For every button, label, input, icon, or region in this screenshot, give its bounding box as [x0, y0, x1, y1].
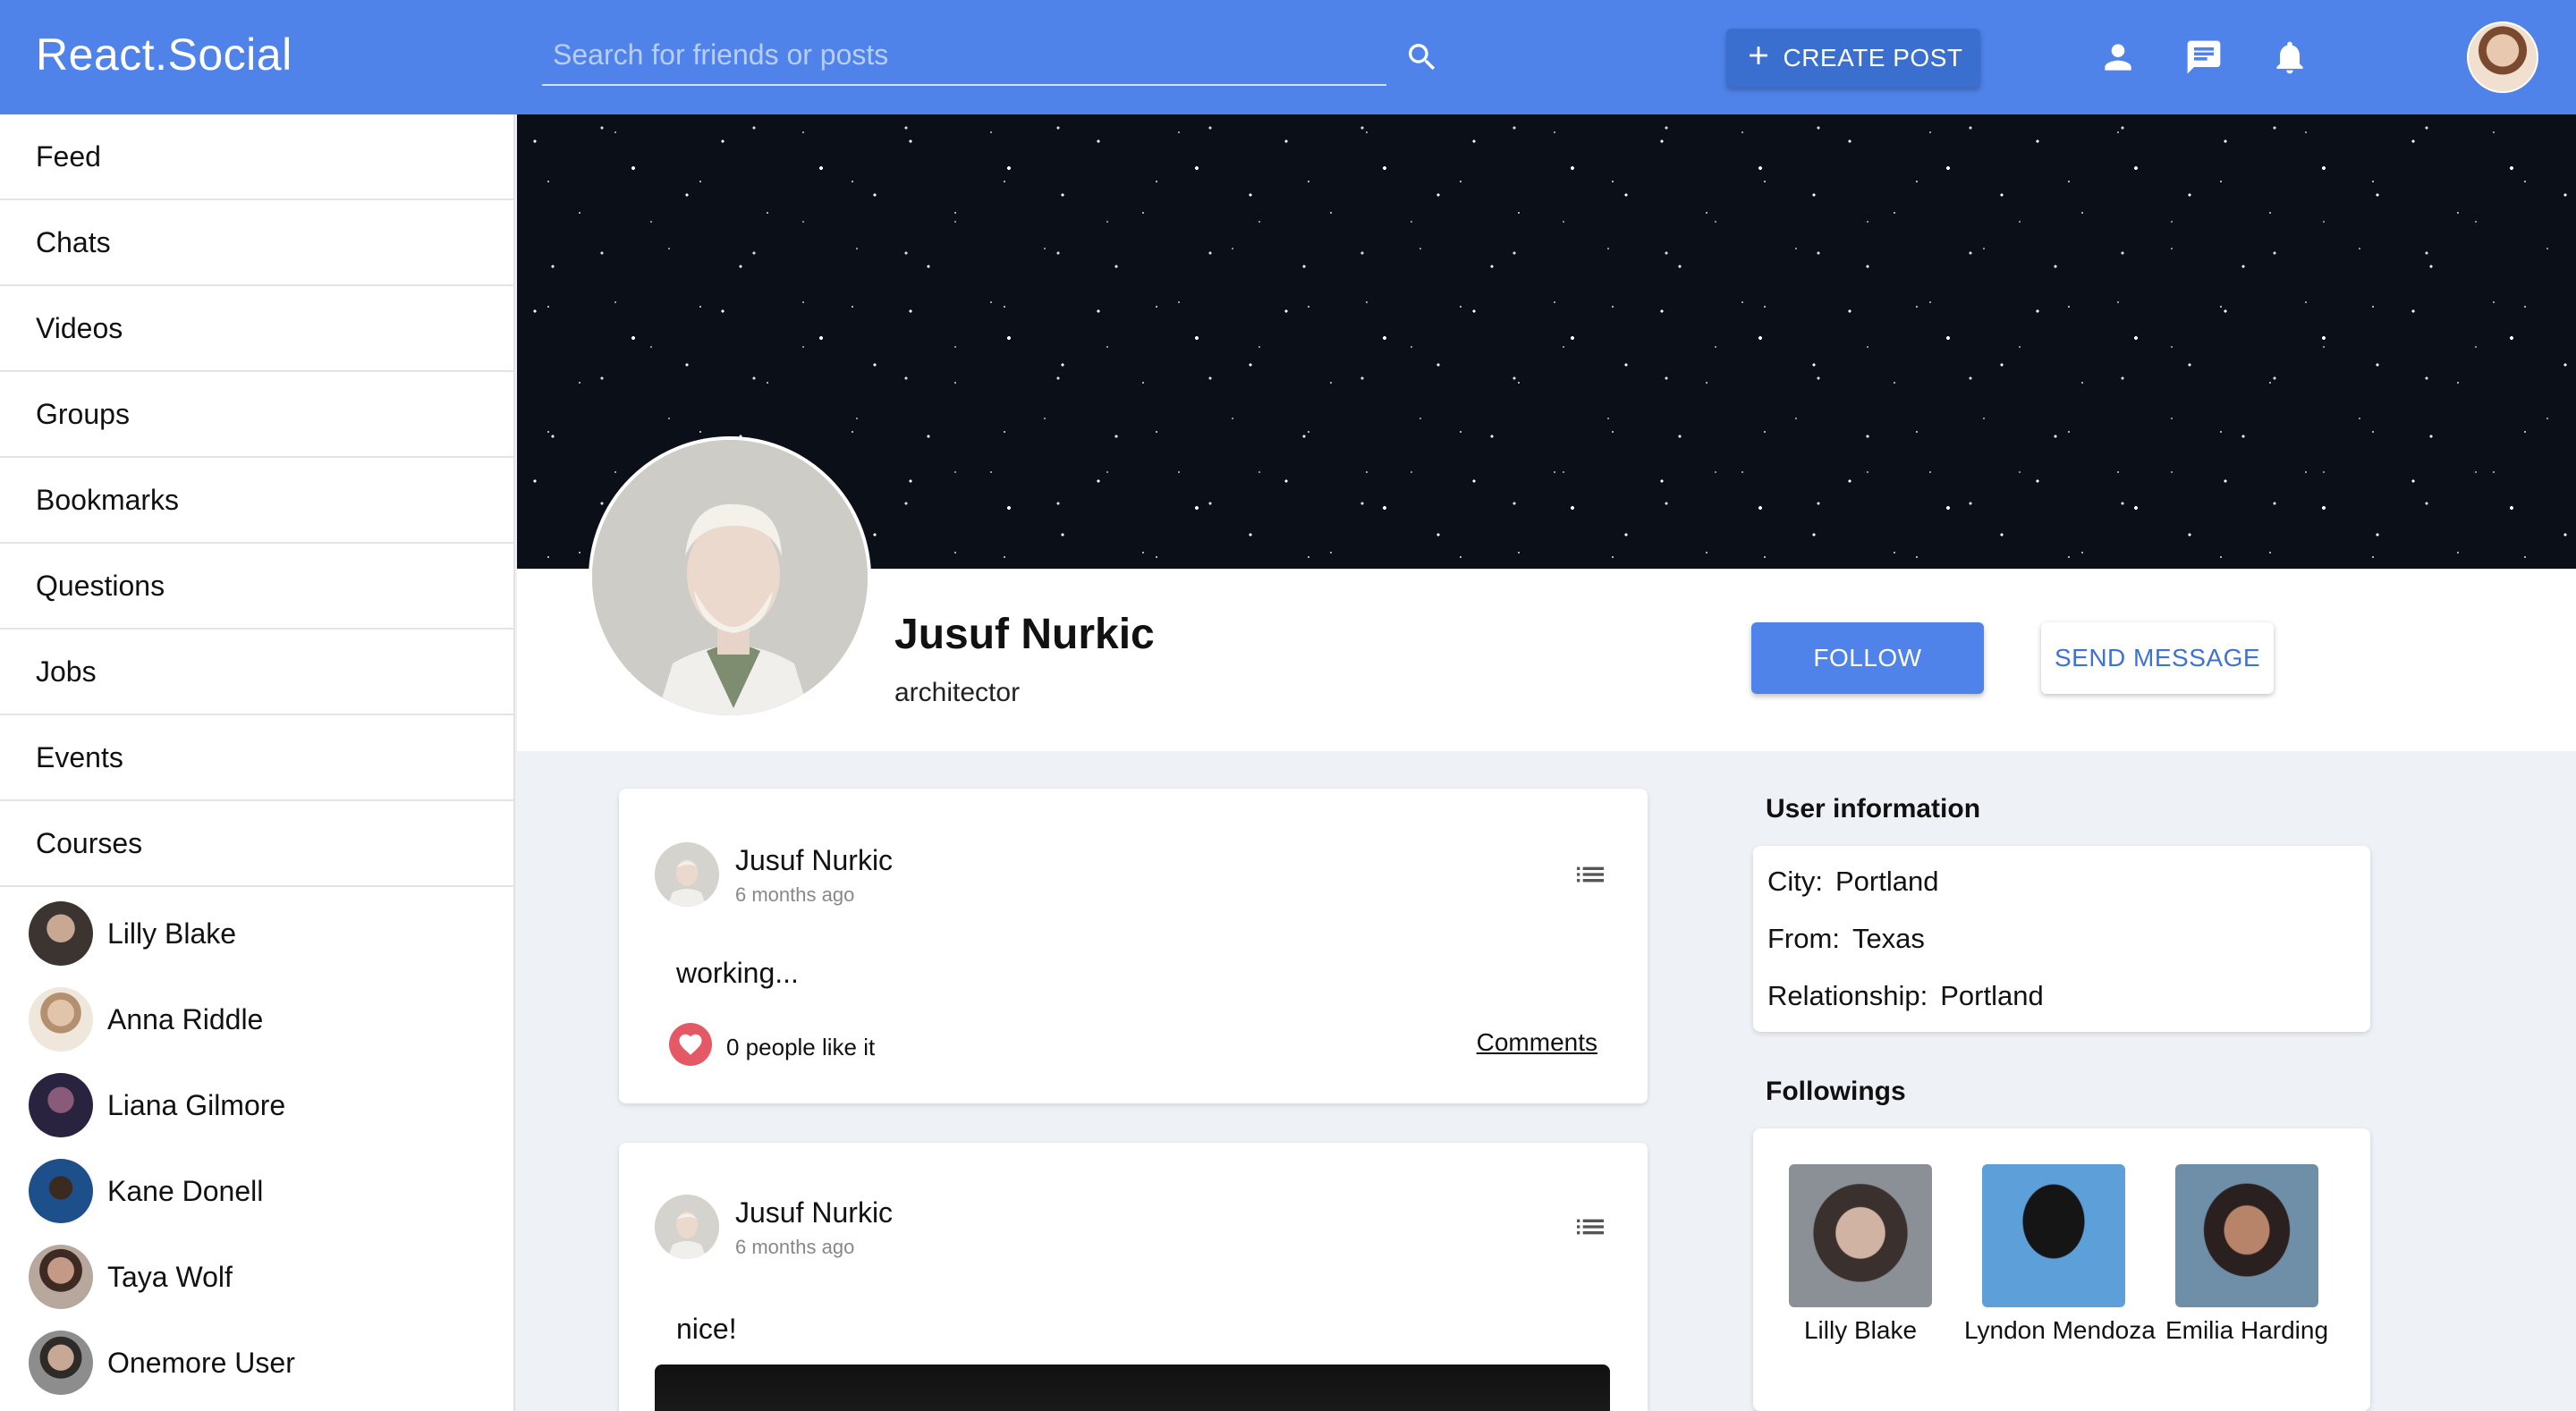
friend-item[interactable]: Taya Wolf	[0, 1234, 513, 1320]
top-bar: React.Social CREATE POST	[0, 0, 2576, 114]
info-row-from: From: Texas	[1767, 923, 1925, 954]
sidebar-item-videos[interactable]: Videos	[0, 286, 513, 372]
avatar	[29, 1073, 93, 1137]
sidebar-nav: Feed Chats Videos Groups Bookmarks Quest…	[0, 114, 513, 887]
profile-avatar	[589, 436, 871, 719]
friend-item[interactable]: Liana Gilmore	[0, 1062, 513, 1148]
following-name: Lilly Blake	[1803, 1316, 1918, 1344]
friend-name: Onemore User	[107, 1346, 295, 1379]
user-avatar[interactable]	[2467, 21, 2538, 93]
sidebar: Feed Chats Videos Groups Bookmarks Quest…	[0, 114, 515, 1411]
send-message-button[interactable]: SEND MESSAGE	[2041, 622, 2274, 694]
heart-icon[interactable]	[669, 1023, 712, 1066]
follow-button[interactable]: FOLLOW	[1751, 622, 1984, 694]
info-row-city: City: Portland	[1767, 866, 1939, 897]
avatar	[29, 901, 93, 966]
friend-name: Anna Riddle	[107, 1002, 264, 1035]
friend-name: Lilly Blake	[107, 917, 237, 950]
info-row-relationship: Relationship: Portland	[1767, 980, 2044, 1011]
list-menu-icon[interactable]	[1571, 1207, 1610, 1246]
search-input[interactable]	[542, 27, 1386, 82]
sidebar-item-questions[interactable]: Questions	[0, 544, 513, 629]
followings-card: Lilly Blake Lyndon Mendoza Emilia Hardin…	[1753, 1128, 2370, 1411]
sidebar-item-events[interactable]: Events	[0, 715, 513, 801]
post-author-name[interactable]: Jusuf Nurkic	[735, 1196, 893, 1229]
comments-link[interactable]: Comments	[1477, 1028, 1597, 1057]
profile-description: architector	[894, 678, 1021, 707]
user-info-card: City: Portland From: Texas Relationship: Po…	[1753, 846, 2370, 1032]
app-logo[interactable]: React.Social	[36, 29, 292, 80]
following-name: Emilia Harding	[2165, 1316, 2329, 1344]
search-icon[interactable]	[1401, 36, 1444, 79]
like-count: 0 people like it	[726, 1034, 876, 1060]
following-photo	[1982, 1164, 2125, 1307]
following-name: Lyndon Mendoza	[1964, 1316, 2156, 1344]
following-item[interactable]: Emilia Harding	[2157, 1164, 2336, 1345]
post-image	[655, 1365, 1610, 1411]
post-author-name[interactable]: Jusuf Nurkic	[735, 844, 893, 877]
friend-name: Liana Gilmore	[107, 1088, 286, 1121]
create-post-label: CREATE POST	[1783, 44, 1963, 72]
friend-item[interactable]: Kane Donell	[0, 1148, 513, 1234]
plus-icon	[1743, 40, 1774, 77]
chat-icon[interactable]	[2181, 34, 2227, 80]
friend-item[interactable]: Anna Riddle	[0, 976, 513, 1062]
create-post-button[interactable]: CREATE POST	[1726, 29, 1980, 88]
post-timestamp: 6 months ago	[735, 883, 855, 906]
search-bar	[542, 27, 1386, 86]
sidebar-item-groups[interactable]: Groups	[0, 372, 513, 458]
friend-name: Taya Wolf	[107, 1260, 233, 1293]
post-author-avatar[interactable]	[655, 842, 719, 907]
post-card: Jusuf Nurkic 6 months ago nice!	[619, 1143, 1648, 1411]
friend-list: Lilly Blake Anna Riddle Liana Gilmore Ka…	[0, 887, 513, 1406]
friend-item[interactable]: Lilly Blake	[0, 891, 513, 976]
avatar	[29, 1159, 93, 1223]
friend-name: Kane Donell	[107, 1174, 264, 1207]
bell-icon[interactable]	[2267, 34, 2313, 80]
friend-item[interactable]: Onemore User	[0, 1320, 513, 1406]
avatar	[29, 987, 93, 1052]
following-item[interactable]: Lilly Blake	[1771, 1164, 1950, 1345]
following-item[interactable]: Lyndon Mendoza	[1964, 1164, 2156, 1345]
sidebar-item-courses[interactable]: Courses	[0, 801, 513, 887]
user-info-title: User information	[1766, 794, 1981, 824]
post-text: working...	[676, 957, 799, 989]
following-photo	[2175, 1164, 2318, 1307]
following-photo	[1789, 1164, 1932, 1307]
post-timestamp: 6 months ago	[735, 1236, 855, 1258]
person-icon[interactable]	[2095, 34, 2141, 80]
avatar	[29, 1331, 93, 1395]
sidebar-item-chats[interactable]: Chats	[0, 200, 513, 286]
followings-title: Followings	[1766, 1077, 1906, 1106]
sidebar-item-jobs[interactable]: Jobs	[0, 629, 513, 715]
post-card: Jusuf Nurkic 6 months ago working... 0 p…	[619, 789, 1648, 1103]
sidebar-item-bookmarks[interactable]: Bookmarks	[0, 458, 513, 544]
profile-name: Jusuf Nurkic	[894, 611, 1155, 658]
avatar	[29, 1245, 93, 1309]
post-text: nice!	[676, 1313, 737, 1345]
post-author-avatar[interactable]	[655, 1195, 719, 1259]
list-menu-icon[interactable]	[1571, 855, 1610, 894]
sidebar-item-feed[interactable]: Feed	[0, 114, 513, 200]
